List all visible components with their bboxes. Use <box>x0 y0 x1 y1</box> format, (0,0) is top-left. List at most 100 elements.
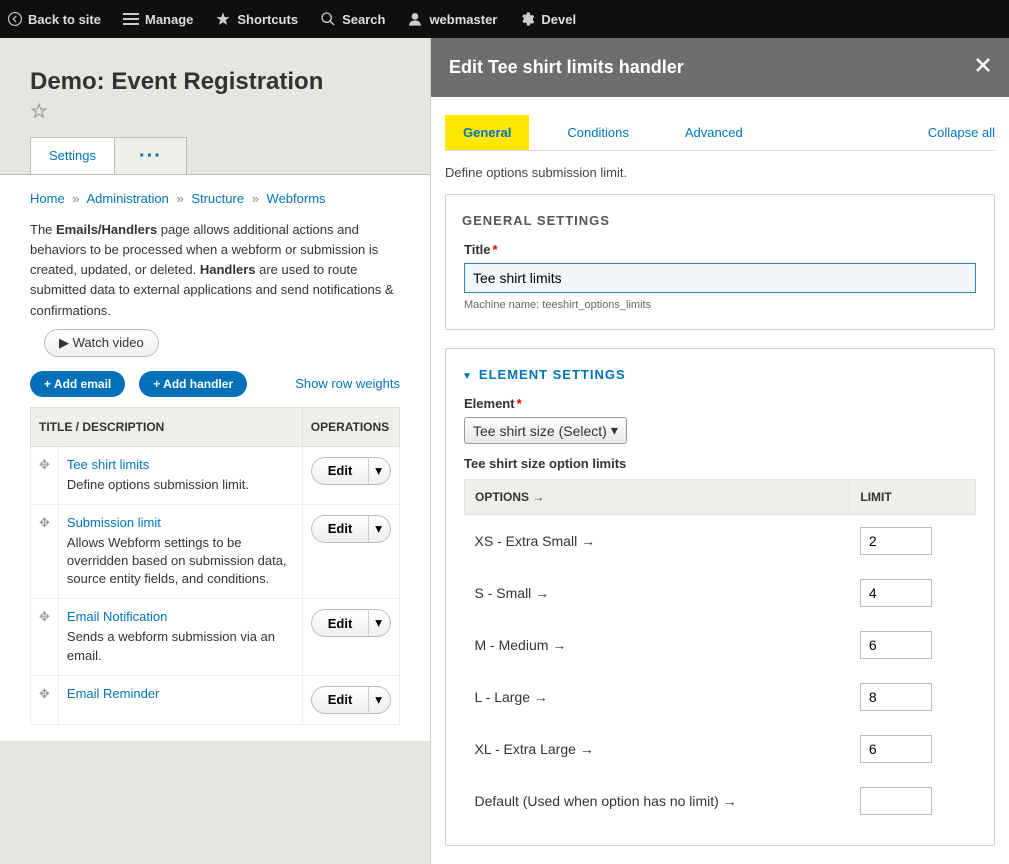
hamburger-icon <box>123 12 139 26</box>
element-settings-heading[interactable]: ELEMENT SETTINGS <box>462 367 976 382</box>
edit-dropdown[interactable]: ▾ <box>369 457 391 485</box>
manage-label: Manage <box>145 12 193 27</box>
user-icon <box>407 11 423 27</box>
search-menu[interactable]: Search <box>320 11 385 27</box>
machine-name: Machine name: teeshirt_options_limits <box>464 299 976 311</box>
show-row-weights-link[interactable]: Show row weights <box>295 376 400 391</box>
caret-down-icon: ▾ <box>611 422 618 439</box>
title-label: Title <box>464 242 491 257</box>
favorite-star[interactable] <box>30 102 48 123</box>
required-marker: * <box>493 242 498 257</box>
edit-button[interactable]: Edit <box>311 686 370 714</box>
handler-title-link[interactable]: Tee shirt limits <box>67 457 149 472</box>
offcanvas-panel: Edit Tee shirt limits handler General Co… <box>430 38 1009 864</box>
collapse-all-link[interactable]: Collapse all <box>928 125 995 140</box>
element-select-value: Tee shirt size (Select) <box>473 423 607 439</box>
caret-down-icon: ▾ <box>375 692 382 707</box>
option-label: XS - Extra Small → <box>465 515 850 568</box>
element-select[interactable]: Tee shirt size (Select) ▾ <box>464 417 627 444</box>
table-row: ✥ Tee shirt limits Define options submis… <box>31 446 400 504</box>
user-label: webmaster <box>429 12 497 27</box>
admin-toolbar: Back to site Manage Shortcuts Search web… <box>0 0 1009 38</box>
handler-desc: Sends a webform submission via an email. <box>67 628 294 664</box>
add-email-button[interactable]: + Add email <box>30 371 125 397</box>
local-tabs: Settings ··· <box>30 137 430 174</box>
limit-input[interactable] <box>860 527 932 555</box>
tab-conditions[interactable]: Conditions <box>549 115 646 150</box>
caret-down-icon: ▾ <box>375 521 382 536</box>
caret-down-icon: ▾ <box>375 615 382 630</box>
edit-button[interactable]: Edit <box>311 609 370 637</box>
table-row: ✥ Submission limit Allows Webform settin… <box>31 504 400 599</box>
shortcuts-menu[interactable]: Shortcuts <box>215 11 298 27</box>
back-to-site[interactable]: Back to site <box>8 12 101 27</box>
breadcrumb-structure[interactable]: Structure <box>191 191 244 206</box>
left-column: Demo: Event Registration Settings ··· Ho… <box>0 38 430 864</box>
element-settings-fieldset: ELEMENT SETTINGS Element* Tee shirt size… <box>445 348 995 846</box>
manage-menu[interactable]: Manage <box>123 12 193 27</box>
handler-desc: Define options submission limit. <box>67 476 294 494</box>
limit-input[interactable] <box>860 631 932 659</box>
gear-icon <box>519 11 535 27</box>
panel-title: Edit Tee shirt limits handler <box>449 57 684 78</box>
tab-advanced[interactable]: Advanced <box>667 115 761 150</box>
page-title: Demo: Event Registration <box>0 38 430 100</box>
panel-tabs: General Conditions Advanced Collapse all <box>445 115 995 151</box>
handler-desc: Allows Webform settings to be overridden… <box>67 534 294 589</box>
close-icon <box>975 57 991 73</box>
edit-button[interactable]: Edit <box>311 515 370 543</box>
option-label: S - Small → <box>465 567 850 619</box>
drag-handle[interactable]: ✥ <box>31 675 59 724</box>
drag-handle[interactable]: ✥ <box>31 504 59 599</box>
limit-input[interactable] <box>860 683 932 711</box>
edit-button[interactable]: Edit <box>311 457 370 485</box>
limits-sub-label: Tee shirt size option limits <box>464 456 976 471</box>
handler-title-link[interactable]: Email Reminder <box>67 686 159 701</box>
edit-dropdown[interactable]: ▾ <box>369 609 391 637</box>
limit-input[interactable] <box>860 579 932 607</box>
devel-label: Devel <box>541 12 576 27</box>
limit-input[interactable] <box>860 735 932 763</box>
col-limit: LIMIT <box>850 480 976 515</box>
edit-dropdown[interactable]: ▾ <box>369 515 391 543</box>
tab-general[interactable]: General <box>445 115 529 150</box>
table-row: ✥ Email Reminder Edit ▾ <box>31 675 400 724</box>
general-settings-heading: GENERAL SETTINGS <box>462 213 976 228</box>
intro-text: The Emails/Handlers page allows addition… <box>30 220 400 321</box>
required-marker: * <box>517 396 522 411</box>
search-icon <box>320 11 336 27</box>
breadcrumb-webforms[interactable]: Webforms <box>267 191 326 206</box>
devel-menu[interactable]: Devel <box>519 11 576 27</box>
add-handler-button[interactable]: + Add handler <box>139 371 247 397</box>
caret-down-icon: ▾ <box>375 463 382 478</box>
title-input[interactable] <box>464 263 976 293</box>
handler-title-link[interactable]: Submission limit <box>67 515 161 530</box>
col-title: TITLE / DESCRIPTION <box>31 407 303 446</box>
tab-settings[interactable]: Settings <box>30 137 115 174</box>
handlers-table: TITLE / DESCRIPTION OPERATIONS ✥ Tee shi… <box>30 407 400 725</box>
general-settings-fieldset: GENERAL SETTINGS Title* Machine name: te… <box>445 194 995 330</box>
panel-description: Define options submission limit. <box>445 165 995 180</box>
user-menu[interactable]: webmaster <box>407 11 497 27</box>
table-row: ✥ Email Notification Sends a webform sub… <box>31 599 400 675</box>
option-label: M - Medium → <box>465 619 850 671</box>
handler-title-link[interactable]: Email Notification <box>67 609 167 624</box>
option-label: XL - Extra Large → <box>465 723 850 775</box>
breadcrumb-admin[interactable]: Administration <box>86 191 168 206</box>
breadcrumb-home[interactable]: Home <box>30 191 65 206</box>
star-outline-icon <box>30 102 48 120</box>
drag-handle[interactable]: ✥ <box>31 446 59 504</box>
breadcrumb: Home » Administration » Structure » Webf… <box>30 191 400 206</box>
option-label: Default (Used when option has no limit) … <box>465 775 850 827</box>
col-options: OPTIONS → <box>465 480 850 515</box>
close-button[interactable] <box>975 56 991 79</box>
limit-input[interactable] <box>860 787 932 815</box>
drag-handle[interactable]: ✥ <box>31 599 59 675</box>
shortcuts-label: Shortcuts <box>237 12 298 27</box>
back-to-site-label: Back to site <box>28 12 101 27</box>
tab-more[interactable]: ··· <box>115 137 187 174</box>
watch-video-button[interactable]: ▶ Watch video <box>44 329 159 357</box>
edit-dropdown[interactable]: ▾ <box>369 686 391 714</box>
limits-table: OPTIONS → LIMIT XS - Extra Small → S - S… <box>464 479 976 827</box>
chevron-left-icon <box>8 12 22 26</box>
